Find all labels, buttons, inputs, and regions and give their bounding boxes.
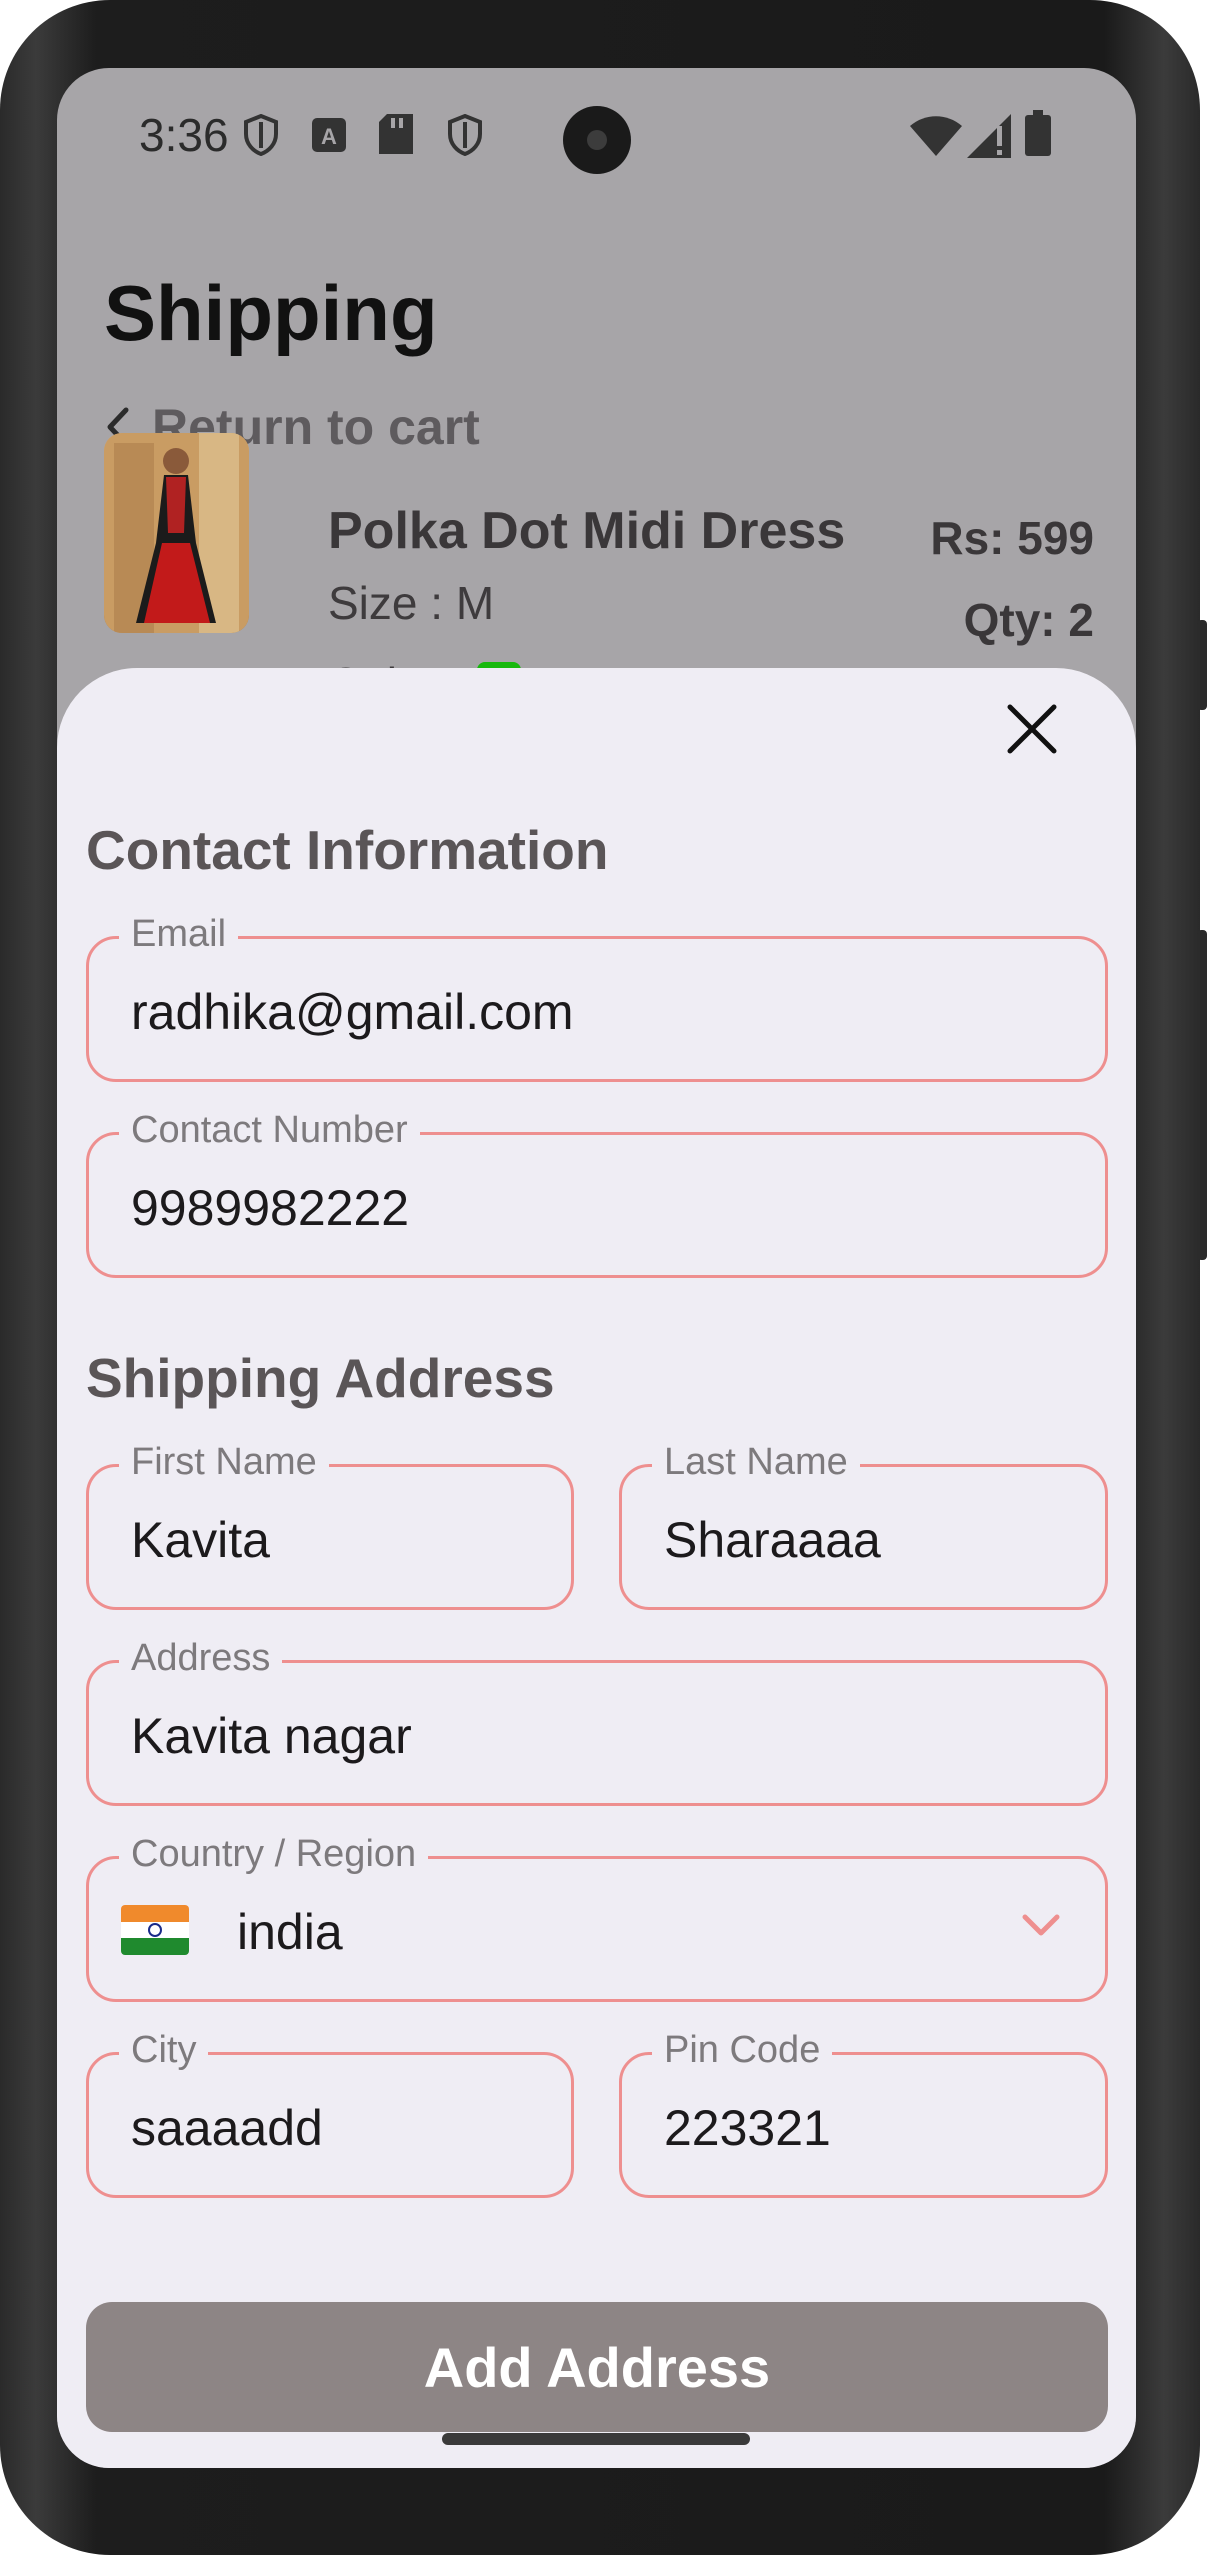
sd-card-icon [379,114,413,154]
battery-icon [1025,110,1051,156]
cart-product: Polka Dot Midi Dress Size : M Color : Rs… [104,433,1094,710]
power-button [1197,930,1207,1260]
close-icon [1007,704,1057,754]
india-flag-icon [121,1905,189,1955]
email-value: radhika@gmail.com [131,984,574,1040]
address-field[interactable]: Address Kavita nagar [86,1637,1108,1806]
last-name-field[interactable]: Last Name Sharaaaa [619,1441,1108,1610]
last-name-value: Sharaaaa [664,1512,881,1568]
dress-illustration [104,433,249,633]
shipping-address-title: Shipping Address [86,1347,555,1409]
status-bar: 3:36 A [57,68,1136,198]
a-box-icon: A [312,118,346,152]
pin-code-value: 223321 [664,2100,831,2156]
pin-code-label: Pin Code [652,2029,833,2072]
city-value: saaaadd [131,2100,323,2156]
product-size: Size : M [328,577,495,629]
first-name-field[interactable]: First Name Kavita [86,1441,574,1610]
email-field[interactable]: Email radhika@gmail.com [86,913,1108,1082]
contact-number-value: 9989982222 [131,1180,410,1236]
city-field[interactable]: City saaaadd [86,2029,574,2198]
front-camera [563,106,631,174]
product-price: Rs: 599 [930,512,1094,564]
add-address-button[interactable]: Add Address [86,2302,1108,2432]
first-name-value: Kavita [131,1512,270,1568]
product-name: Polka Dot Midi Dress [328,502,846,560]
address-value: Kavita nagar [131,1708,412,1764]
home-indicator[interactable] [442,2433,750,2445]
first-name-label: First Name [119,1441,329,1484]
last-name-label: Last Name [652,1441,860,1484]
address-bottom-sheet: Contact Information Email radhika@gmail.… [57,668,1136,2468]
contact-info-title: Contact Information [86,819,609,881]
product-qty: Qty: 2 [963,594,1094,646]
close-button[interactable] [997,694,1067,764]
email-label: Email [119,913,239,956]
address-label: Address [119,1637,283,1680]
cell-signal-icon [967,114,1011,158]
screen: 3:36 A Shipping Return to cart Polka Dot… [57,68,1136,2468]
country-region-select[interactable]: Country / Region india [86,1833,1108,2002]
volume-button [1197,620,1207,710]
page-title: Shipping [104,269,438,357]
contact-number-label: Contact Number [119,1109,420,1152]
contact-number-field[interactable]: Contact Number 9989982222 [86,1109,1108,1278]
product-image [104,433,249,633]
status-time: 3:36 [139,109,229,161]
shield-icon [244,114,278,156]
svg-text:A: A [321,124,337,149]
chevron-down-icon [1022,1914,1060,1936]
shield-icon [448,114,482,156]
city-label: City [119,2029,209,2072]
country-region-value: india [237,1904,343,1960]
country-region-label: Country / Region [119,1833,429,1876]
pin-code-field[interactable]: Pin Code 223321 [619,2029,1108,2198]
wifi-icon [910,116,962,156]
